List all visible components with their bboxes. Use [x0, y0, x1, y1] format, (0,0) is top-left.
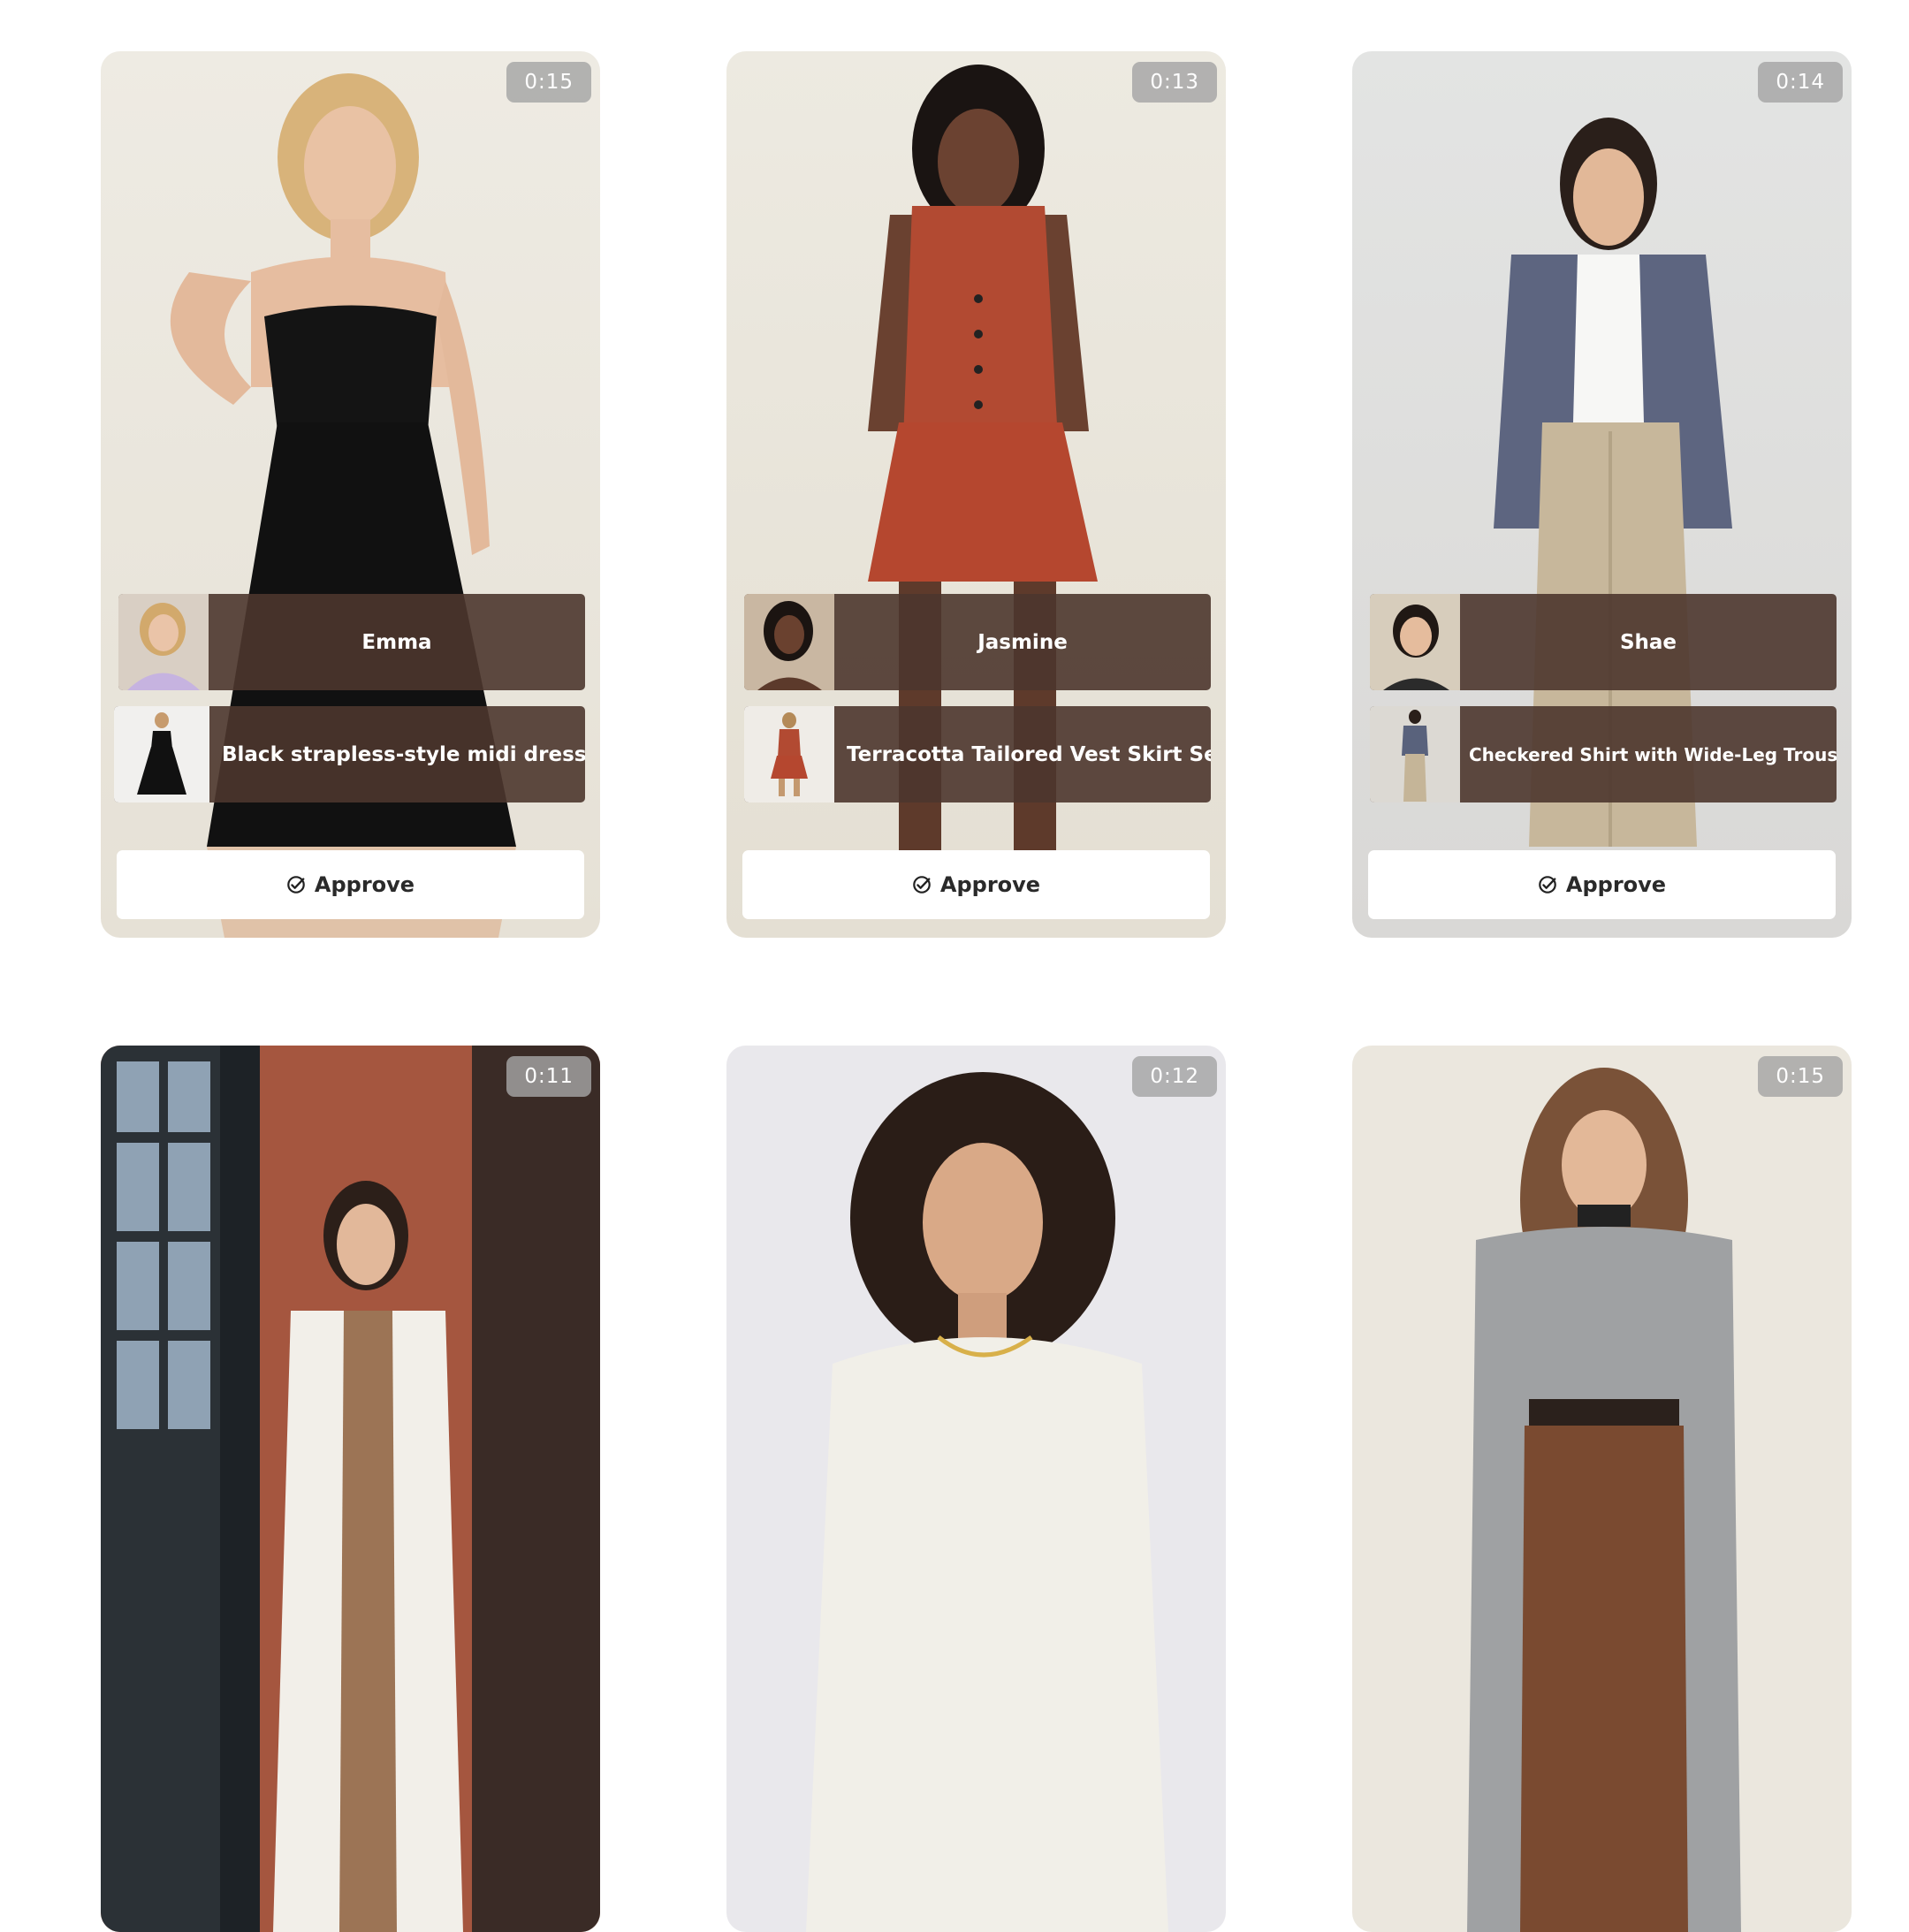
video-card-shae[interactable]: 0:14 Shae Checkered Shirt with Wide-Leg …	[1352, 51, 1852, 938]
product-name: Checkered Shirt with Wide-Leg Trousers	[1469, 743, 1837, 765]
model-photo	[1352, 1046, 1852, 1932]
video-card-5[interactable]: 0:12	[726, 1046, 1226, 1932]
duration-badge: 0:13	[1132, 62, 1217, 103]
model-avatar	[744, 594, 834, 690]
model-name: Emma	[361, 630, 432, 654]
approve-button[interactable]: Approve	[117, 850, 584, 919]
product-name: Black strapless-style midi dress	[222, 742, 585, 766]
product-name: Terracotta Tailored Vest Skirt Set	[847, 742, 1211, 766]
model-row[interactable]: Shae	[1370, 594, 1837, 690]
duration-badge: 0:15	[1758, 1056, 1843, 1097]
product-row[interactable]: Terracotta Tailored Vest Skirt Set	[744, 706, 1211, 802]
product-thumbnail	[1370, 706, 1460, 802]
model-photo	[101, 1046, 600, 1932]
duration-badge: 0:15	[506, 62, 591, 103]
duration-badge: 0:11	[506, 1056, 591, 1097]
video-card-emma[interactable]: 0:15 Emma Black strapless-style midi dre…	[101, 51, 600, 938]
approve-button[interactable]: Approve	[1368, 850, 1836, 919]
product-thumbnail	[114, 706, 209, 802]
check-circle-icon	[287, 876, 305, 894]
product-row[interactable]: Black strapless-style midi dress	[114, 706, 585, 802]
approve-label: Approve	[939, 872, 1041, 897]
approve-label: Approve	[1565, 872, 1667, 897]
model-row[interactable]: Jasmine	[744, 594, 1211, 690]
duration-badge: 0:14	[1758, 62, 1843, 103]
model-row[interactable]: Emma	[118, 594, 585, 690]
model-photo	[1352, 51, 1852, 938]
check-circle-icon	[1539, 876, 1556, 894]
video-card-6[interactable]: 0:15	[1352, 1046, 1852, 1932]
video-card-jasmine[interactable]: 0:13 Jasmine Terracotta Tailored Vest Sk…	[726, 51, 1226, 938]
check-circle-icon	[913, 876, 931, 894]
model-name: Shae	[1619, 630, 1677, 654]
product-thumbnail	[744, 706, 834, 802]
model-photo	[101, 51, 600, 938]
model-avatar	[1370, 594, 1460, 690]
video-card-4[interactable]: 0:11	[101, 1046, 600, 1932]
model-photo	[726, 1046, 1226, 1932]
model-name: Jasmine	[977, 630, 1068, 654]
approve-label: Approve	[314, 872, 415, 897]
duration-badge: 0:12	[1132, 1056, 1217, 1097]
product-row[interactable]: Checkered Shirt with Wide-Leg Trousers	[1370, 706, 1837, 802]
model-photo	[726, 51, 1226, 938]
approve-button[interactable]: Approve	[742, 850, 1210, 919]
model-avatar	[118, 594, 209, 690]
